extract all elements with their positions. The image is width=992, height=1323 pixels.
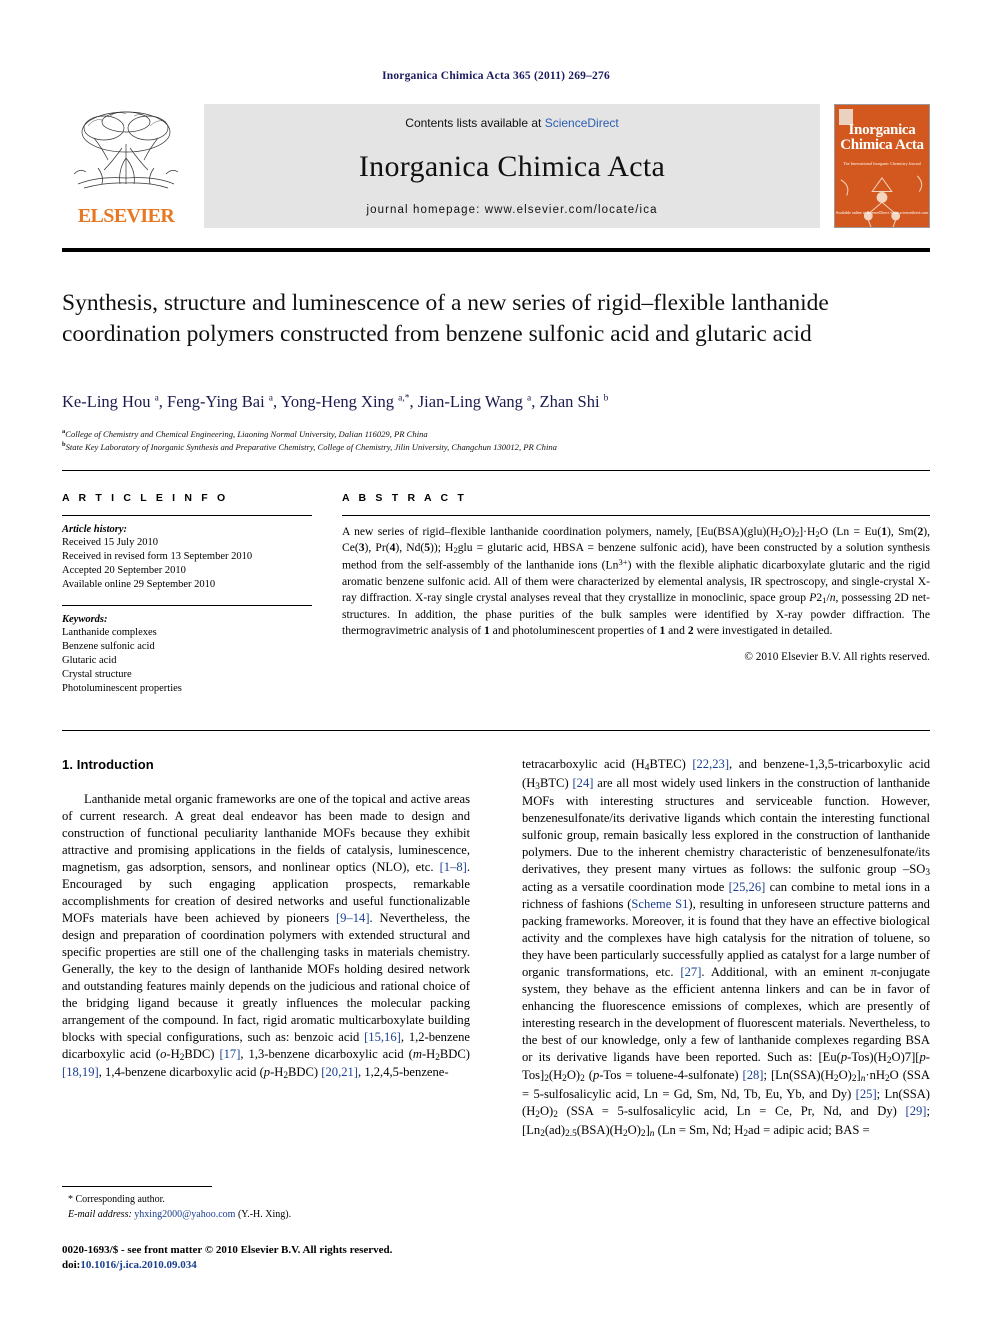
article-info-section: A R T I C L E I N F O Article history: R… — [62, 492, 312, 696]
cover-sciencedirect-badge: Available online at ScienceDirect www.sc… — [835, 210, 929, 215]
contents-prefix: Contents lists available at — [405, 116, 545, 130]
abstract-heading: A B S T R A C T — [342, 492, 467, 504]
journal-title: Inorganica Chimica Acta — [358, 150, 666, 183]
corresponding-marker: * — [68, 1194, 73, 1205]
article-info-rule — [62, 515, 312, 516]
history-item: Received in revised form 13 September 20… — [62, 550, 253, 562]
cover-subtitle: The International Inorganic Chemistry Jo… — [843, 161, 921, 166]
cover-title-line2: Chimica — [840, 137, 893, 154]
keywords-rule — [62, 605, 312, 607]
keyword-item: Benzene sulfonic acid — [62, 641, 155, 653]
keyword-item: Crystal structure — [62, 669, 132, 681]
footnote-rule — [62, 1186, 212, 1187]
journal-cover-thumbnail[interactable]: Inorganica Chimica Acta The Internationa… — [834, 104, 930, 228]
abstract-rule — [342, 515, 930, 516]
abstract-copyright: © 2010 Elsevier B.V. All rights reserved… — [744, 651, 930, 664]
email-link[interactable]: yhxing2000@yahoo.com — [134, 1209, 235, 1220]
page-title: Synthesis, structure and luminescence of… — [62, 290, 829, 347]
history-item: Available online 29 September 2010 — [62, 578, 216, 590]
abstract-section: A B S T R A C T A new series of rigid–fl… — [342, 492, 930, 663]
affiliation-b-text: State Key Laboratory of Inorganic Synthe… — [65, 441, 557, 452]
history-item: Received 15 July 2010 — [62, 537, 158, 548]
body-column-left: 1. Introduction Lanthanide metal organic… — [62, 756, 470, 1083]
email-owner: (Y.-H. Xing). — [237, 1208, 292, 1220]
footnote-block: * Corresponding author. E-mail address: … — [62, 1193, 472, 1222]
elsevier-logo: ELSEVIER — [62, 104, 190, 228]
body-column-right: tetracarboxylic acid (H4BTEC) [22,23], a… — [522, 756, 930, 1140]
keyword-item: Photoluminescent properties — [62, 682, 182, 694]
article-history-label: Article history: — [62, 524, 128, 535]
journal-banner: Contents lists available at ScienceDirec… — [204, 104, 820, 228]
cover-title: Inorganica Chimica Acta — [835, 122, 929, 154]
doi-line: doi:10.1016/j.ica.2010.09.034 — [62, 1258, 532, 1273]
corresponding-text: Corresponding author. — [75, 1194, 165, 1205]
email-note: E-mail address: yhxing2000@yahoo.com (Y.… — [62, 1208, 472, 1223]
doi-link[interactable]: 10.1016/j.ica.2010.09.034 — [80, 1259, 196, 1271]
affiliation-b: bState Key Laboratory of Inorganic Synth… — [62, 441, 557, 452]
affiliation-a-text: College of Chemistry and Chemical Engine… — [65, 428, 428, 439]
cover-title-line3: Acta — [894, 137, 924, 154]
issn-line: 0020-1693/$ - see front matter © 2010 El… — [62, 1244, 393, 1256]
abstract-body: A new series of rigid–flexible lanthanid… — [342, 525, 930, 637]
affiliation-a: aCollege of Chemistry and Chemical Engin… — [62, 428, 428, 439]
abstract-bottom-rule — [62, 730, 930, 731]
cover-molecule-artwork-icon — [840, 175, 923, 227]
issn-footer: 0020-1693/$ - see front matter © 2010 El… — [62, 1243, 532, 1274]
running-head: Inorganica Chimica Acta 365 (2011) 269–2… — [382, 70, 610, 82]
title-bottom-rule — [62, 470, 930, 471]
corresponding-author-note: * Corresponding author. — [62, 1193, 472, 1208]
article-history-list: Received 15 July 2010 Received in revise… — [62, 536, 312, 591]
keyword-item: Lanthanide complexes — [62, 627, 157, 639]
body-paragraph-left: Lanthanide metal organic frameworks are … — [62, 792, 471, 1082]
masthead-bottom-rule — [62, 248, 930, 252]
keywords-list: Lanthanide complexes Benzene sulfonic ac… — [62, 626, 312, 695]
author-list: Ke-Ling Hou a, Feng-Ying Bai a, Yong-Hen… — [62, 392, 609, 411]
keyword-item: Glutaric acid — [62, 655, 117, 667]
keywords-label: Keywords: — [62, 614, 108, 626]
journal-article-page: Inorganica Chimica Acta 365 (2011) 269–2… — [0, 0, 992, 1323]
email-label: E-mail address: — [68, 1208, 132, 1220]
contents-available-line: Contents lists available at ScienceDirec… — [405, 116, 618, 130]
elsevier-wordmark: ELSEVIER — [77, 205, 175, 227]
doi-label: doi: — [62, 1259, 81, 1272]
sciencedirect-link[interactable]: ScienceDirect — [545, 116, 619, 130]
cover-title-line1: Inorganica — [848, 122, 916, 138]
elsevier-tree-icon — [73, 111, 179, 189]
journal-homepage[interactable]: journal homepage: www.elsevier.com/locat… — [366, 204, 657, 216]
body-paragraph-right: tetracarboxylic acid (H4BTEC) [22,23], a… — [522, 757, 931, 1139]
journal-masthead: ELSEVIER Contents lists available at Sci… — [62, 104, 930, 228]
article-info-heading: A R T I C L E I N F O — [62, 492, 229, 504]
history-item: Accepted 20 September 2010 — [62, 564, 186, 576]
section-heading-introduction: 1. Introduction — [62, 757, 154, 772]
